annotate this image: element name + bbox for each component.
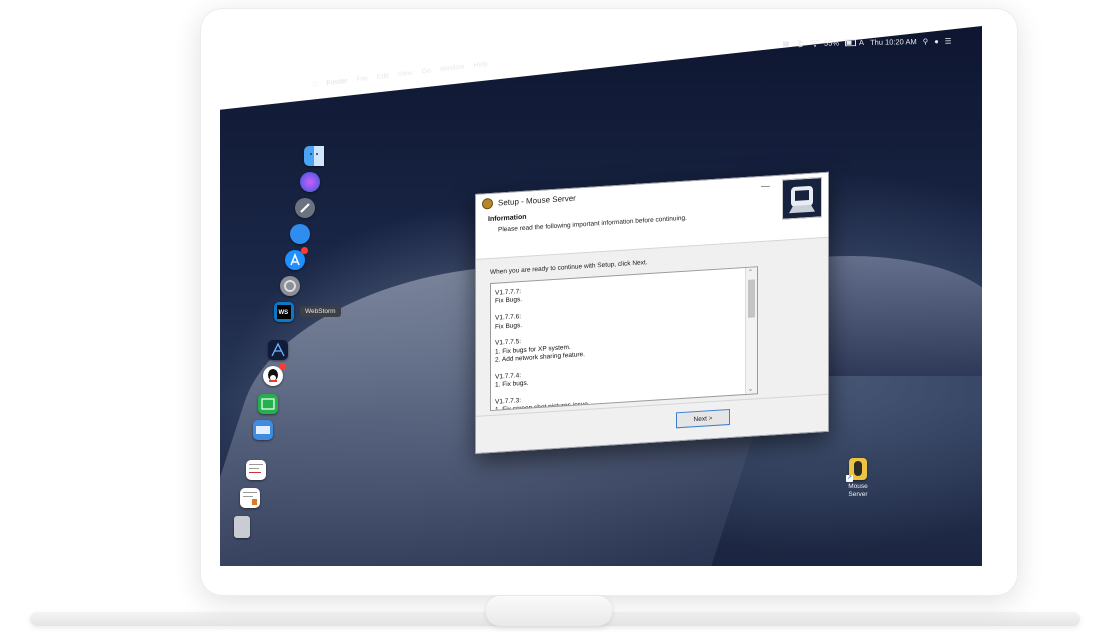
menu-file[interactable]: File bbox=[356, 75, 368, 83]
desktop-shortcut-mouse-server[interactable]: ↗ Mouse Server bbox=[840, 458, 876, 499]
siri-icon[interactable] bbox=[300, 172, 320, 192]
setup-app-icon bbox=[482, 197, 493, 210]
scroll-down-icon[interactable]: ⌄ bbox=[748, 386, 753, 393]
menu-go[interactable]: Go bbox=[421, 67, 431, 75]
notification-badge bbox=[279, 363, 286, 370]
header-title: Information bbox=[488, 213, 527, 224]
input-source[interactable]: A bbox=[859, 38, 864, 47]
document-icon[interactable] bbox=[240, 488, 260, 508]
wifi-icon[interactable] bbox=[809, 39, 821, 47]
dock: WS bbox=[234, 140, 328, 560]
spotlight-icon[interactable]: ⚲ bbox=[923, 37, 929, 46]
setup-window: Setup - Mouse Server — □ ✕ Information P… bbox=[475, 171, 829, 454]
finder-icon[interactable] bbox=[304, 146, 324, 166]
app-store-icon[interactable] bbox=[285, 247, 308, 270]
menu-edit[interactable]: Edit bbox=[376, 73, 389, 81]
mouse-server-icon: ↗ bbox=[846, 458, 867, 482]
safari-icon[interactable] bbox=[290, 224, 310, 244]
bluetooth-icon[interactable] bbox=[796, 39, 804, 48]
intro-text: When you are ready to continue with Setu… bbox=[490, 259, 648, 277]
svg-text:WS: WS bbox=[279, 310, 289, 316]
iqiyi-icon[interactable] bbox=[258, 394, 278, 414]
window-title: Setup - Mouse Server bbox=[498, 193, 576, 208]
memo-text: V1.7.7.7: Fix Bugs. V1.7.7.6: Fix Bugs. … bbox=[495, 284, 590, 411]
battery-icon[interactable] bbox=[844, 39, 857, 47]
minimize-icon[interactable]: — bbox=[761, 180, 770, 191]
apple-menu-icon[interactable]:  bbox=[312, 81, 318, 89]
siri-icon[interactable]: ● bbox=[934, 37, 939, 46]
battery-percent: 55% bbox=[823, 38, 840, 48]
dock-tooltip: WebStorm bbox=[300, 306, 341, 317]
desktop-icon-label: Mouse bbox=[848, 483, 868, 490]
laptop-hinge bbox=[486, 596, 612, 626]
scroll-up-icon[interactable]: ⌃ bbox=[748, 269, 753, 276]
webstorm-icon[interactable]: WS bbox=[274, 302, 294, 322]
scrollbar-thumb[interactable] bbox=[748, 279, 755, 318]
document-icon[interactable] bbox=[246, 460, 266, 480]
clock[interactable]: Thu 10:20 AM bbox=[870, 37, 917, 47]
notification-center-icon[interactable]: ☰ bbox=[945, 37, 952, 46]
launchpad-icon[interactable] bbox=[295, 198, 315, 218]
dropbox-icon[interactable] bbox=[782, 40, 790, 47]
wizard-body: When you are ready to continue with Setu… bbox=[476, 238, 828, 418]
memo-scrollbar[interactable]: ⌃ ⌄ bbox=[745, 267, 757, 395]
app-icon[interactable] bbox=[268, 340, 288, 360]
next-button[interactable]: Next > bbox=[676, 408, 730, 429]
qq-icon[interactable] bbox=[263, 363, 286, 386]
setup-logo-icon bbox=[782, 177, 822, 220]
preview-icon[interactable] bbox=[253, 420, 273, 440]
desktop-icon-label: Server bbox=[848, 491, 868, 498]
shortcut-arrow-icon: ↗ bbox=[846, 475, 853, 482]
information-memo[interactable]: V1.7.7.7: Fix Bugs. V1.7.7.6: Fix Bugs. … bbox=[490, 266, 758, 412]
trash-icon[interactable] bbox=[234, 516, 250, 538]
system-preferences-icon[interactable] bbox=[280, 276, 300, 296]
notification-badge bbox=[301, 247, 308, 254]
